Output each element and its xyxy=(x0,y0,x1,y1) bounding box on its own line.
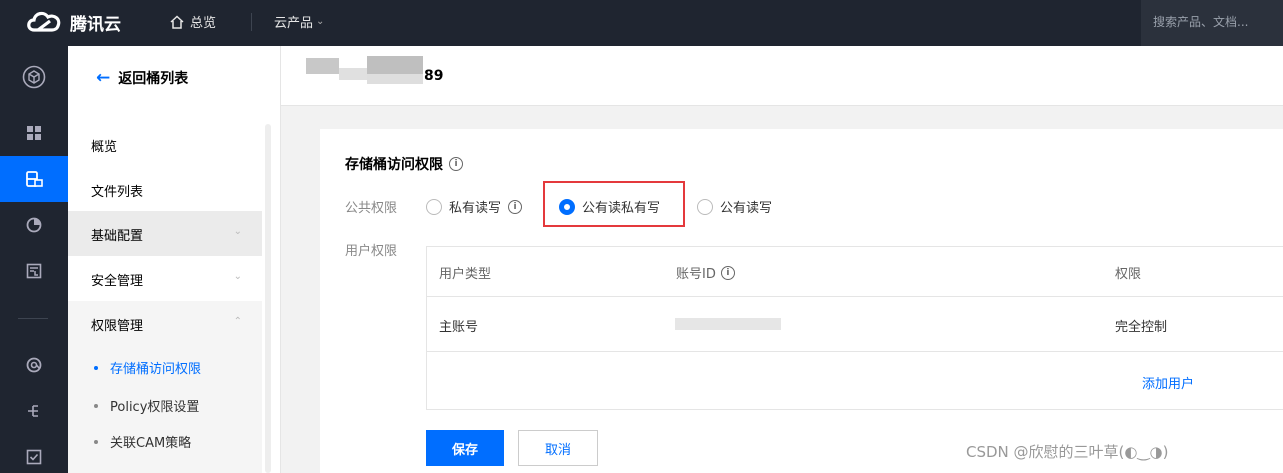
column-header: 用户类型 xyxy=(439,263,491,282)
icon-rail xyxy=(0,46,68,473)
user-perm-label: 用户权限 xyxy=(345,244,398,259)
chevron-down-icon: ⌄ xyxy=(316,16,325,27)
public-perm-label: 公共权限 xyxy=(345,201,398,216)
redacted-bucket-name xyxy=(306,58,339,74)
column-header-text: 账号ID xyxy=(676,267,716,282)
radio-public-rw[interactable]: 公有读写 xyxy=(697,197,772,216)
rail-pie[interactable] xyxy=(0,202,68,248)
rail-at[interactable] xyxy=(0,342,68,388)
info-icon[interactable]: i xyxy=(449,157,463,171)
bullet-icon xyxy=(94,403,98,408)
column-header-text: 用户类型 xyxy=(439,267,492,282)
storage-icon xyxy=(26,171,43,187)
page-title: 89 xyxy=(424,68,444,84)
sidebar: ← 返回桶列表 概览 文件列表 基础配置 ⌄ 安全管理 ⌄ 权限管理 ⌃ 存储桶… xyxy=(68,46,281,473)
search-input[interactable]: 搜索产品、文档... xyxy=(1141,0,1283,46)
card-title-text: 存储桶访问权限 xyxy=(345,157,443,173)
cell-user-type: 主账号 xyxy=(439,320,479,335)
card-title: 存储桶访问权限 i xyxy=(345,154,463,174)
sidebar-permission-group: 权限管理 ⌃ 存储桶访问权限 Policy权限设置 关联CAM策略 xyxy=(68,301,262,473)
sidebar-scrollbar[interactable] xyxy=(265,124,271,473)
sidebar-item-overview[interactable]: 概览 xyxy=(68,122,262,167)
sidebar-subitem-label: 关联CAM策略 xyxy=(110,436,192,451)
rail-cube[interactable] xyxy=(0,54,68,100)
sidebar-item-label: 概览 xyxy=(91,140,118,155)
back-label: 返回桶列表 xyxy=(118,71,189,87)
column-header-text: 权限 xyxy=(1115,267,1142,282)
save-button[interactable]: 保存 xyxy=(426,430,504,466)
rail-grid[interactable] xyxy=(0,110,68,156)
sidebar-item-file-list[interactable]: 文件列表 xyxy=(68,167,262,212)
redacted-bucket-name xyxy=(339,68,369,80)
redacted-account-id xyxy=(675,318,781,330)
watermark: CSDN @欣慰的三叶草(◐‿◑) xyxy=(966,443,1169,461)
redacted-bucket-name xyxy=(367,74,423,84)
brand-logo[interactable]: 腾讯云 xyxy=(24,6,121,38)
at-icon xyxy=(26,357,42,373)
sidebar-subitem-label: 存储桶访问权限 xyxy=(110,362,202,377)
column-header: 账号ID i xyxy=(676,263,735,282)
page-header: 89 xyxy=(281,46,1283,106)
sidebar-item-permission[interactable]: 权限管理 ⌃ xyxy=(68,301,262,346)
rail-storage[interactable] xyxy=(0,156,68,202)
cell-permission: 完全控制 xyxy=(1115,320,1168,335)
chevron-down-icon: ⌄ xyxy=(233,226,242,237)
chevron-up-icon: ⌃ xyxy=(233,316,242,327)
redacted-bucket-name xyxy=(367,56,423,74)
sidebar-item-basic-config[interactable]: 基础配置 ⌄ xyxy=(68,211,262,256)
image-icon xyxy=(26,263,42,279)
sidebar-subitem-policy[interactable]: Policy权限设置 xyxy=(94,396,199,415)
radio-label: 公有读写 xyxy=(720,201,773,216)
sidebar-item-security[interactable]: 安全管理 ⌄ xyxy=(68,256,262,301)
rail-image[interactable] xyxy=(0,248,68,294)
sidebar-item-label: 安全管理 xyxy=(91,274,144,289)
chevron-down-icon: ⌄ xyxy=(233,271,242,282)
sidebar-item-label: 权限管理 xyxy=(91,319,144,334)
grid-icon xyxy=(27,126,41,140)
nav-products-label: 云产品 xyxy=(274,16,314,31)
arrow-left-icon: ← xyxy=(96,68,111,88)
add-user-link[interactable]: 添加用户 xyxy=(1142,373,1194,392)
radio-circle[interactable] xyxy=(426,198,442,215)
nav-divider xyxy=(251,13,252,31)
nav-home-label: 总览 xyxy=(190,16,217,31)
info-icon[interactable]: i xyxy=(508,199,523,214)
back-to-bucket-list[interactable]: ← 返回桶列表 xyxy=(96,68,188,88)
brand-name: 腾讯云 xyxy=(70,14,121,35)
cancel-button[interactable]: 取消 xyxy=(518,430,598,466)
sidebar-subitem-cam[interactable]: 关联CAM策略 xyxy=(94,432,191,451)
radio-circle[interactable] xyxy=(697,198,713,215)
check-icon xyxy=(26,449,42,465)
bullet-icon xyxy=(94,439,98,444)
sidebar-item-label: 文件列表 xyxy=(91,185,144,200)
table-row: 主账号 完全控制 xyxy=(427,297,1283,352)
column-header: 权限 xyxy=(1115,263,1141,282)
info-icon[interactable]: i xyxy=(720,265,735,280)
rail-divider xyxy=(18,318,48,319)
radio-label: 私有读写 xyxy=(449,201,502,216)
rail-tree[interactable] xyxy=(0,388,68,434)
sidebar-item-label: 基础配置 xyxy=(91,229,144,244)
table-header: 用户类型 账号ID i 权限 xyxy=(427,247,1283,297)
radio-private-rw[interactable]: 私有读写 i xyxy=(426,197,523,216)
cube-icon xyxy=(22,65,46,89)
nav-products[interactable]: 云产品 ⌄ xyxy=(274,12,324,31)
rail-check[interactable] xyxy=(0,434,68,473)
tree-icon xyxy=(28,405,38,417)
pie-icon xyxy=(26,217,42,233)
top-bar: 腾讯云 总览 云产品 ⌄ 搜索产品、文档... xyxy=(0,0,1283,46)
highlight-box xyxy=(543,181,685,227)
nav-home[interactable]: 总览 xyxy=(170,12,216,31)
permission-card: 存储桶访问权限 i 公共权限 私有读写 i 公有读私有写 公有读写 用户权限 用… xyxy=(320,129,1283,473)
sidebar-subitem-bucket-access[interactable]: 存储桶访问权限 xyxy=(94,358,201,377)
sidebar-subitem-label: Policy权限设置 xyxy=(110,400,200,415)
bullet-icon xyxy=(94,365,98,370)
user-permission-table: 用户类型 账号ID i 权限 主账号 完全控制 添加用户 xyxy=(426,246,1283,410)
cloud-logo-icon xyxy=(27,11,61,32)
home-icon xyxy=(170,14,184,29)
